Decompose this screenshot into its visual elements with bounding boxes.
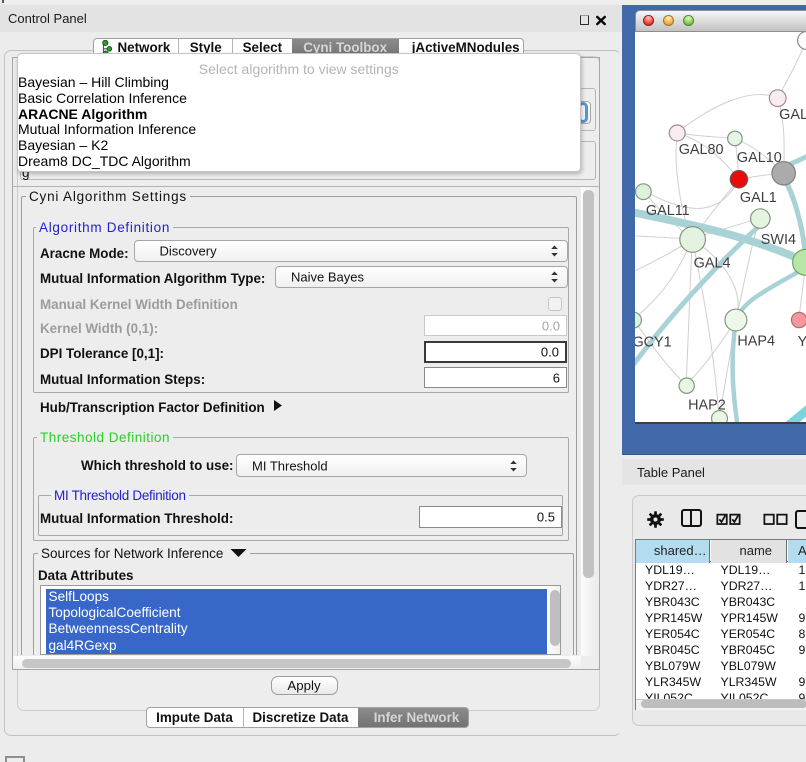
svg-text:GAL4: GAL4 xyxy=(694,255,731,271)
svg-text:GAL11: GAL11 xyxy=(646,203,690,219)
svg-text:GCY1: GCY1 xyxy=(635,334,672,350)
svg-text:GAL80: GAL80 xyxy=(679,141,724,157)
svg-text:HAP2: HAP2 xyxy=(688,397,726,413)
svg-text:GAL2: GAL2 xyxy=(779,107,806,123)
svg-text:SWI4: SWI4 xyxy=(761,231,796,247)
svg-text:GAL1: GAL1 xyxy=(740,190,777,206)
svg-text:GAL10: GAL10 xyxy=(737,149,782,165)
svg-text:HAP4: HAP4 xyxy=(737,333,775,349)
svg-text:Y: Y xyxy=(798,333,806,349)
